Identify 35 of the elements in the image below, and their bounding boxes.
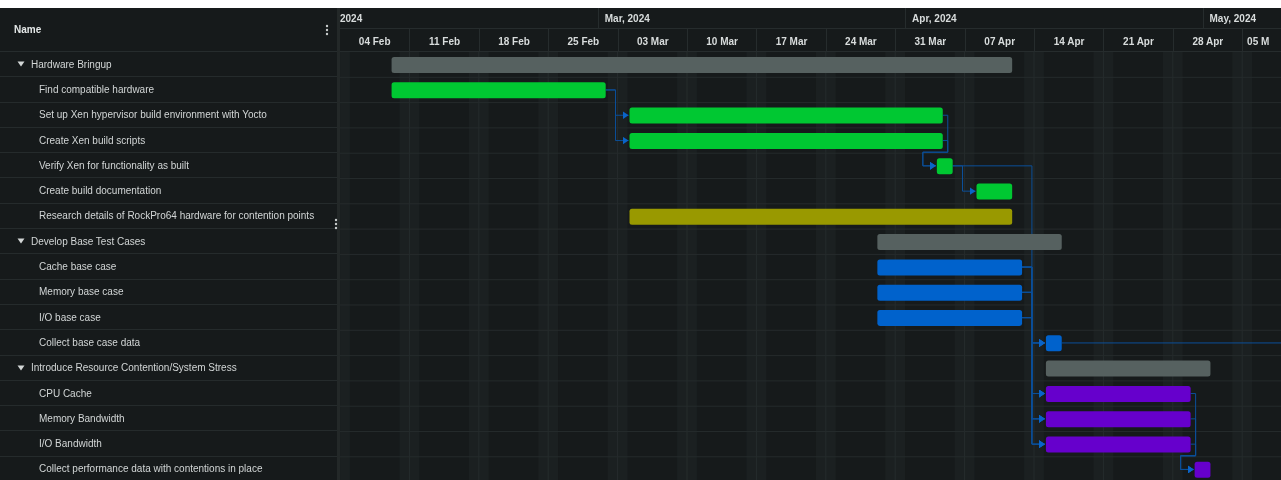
month-label: 2024 [340, 12, 364, 26]
task-name: Collect performance data with contentions in place [39, 462, 263, 477]
group-name: Hardware Bringup [31, 57, 112, 72]
group-name: Develop Base Test Cases [31, 234, 146, 249]
summary-bar[interactable] [1045, 360, 1211, 377]
task-bar[interactable] [391, 82, 606, 99]
week-label: 04 Feb [357, 35, 392, 49]
task-name: Find compatible hardware [39, 82, 155, 97]
task-name: Verify Xen for functionality as built [39, 158, 190, 173]
task-name: Create build documentation [39, 184, 162, 199]
task-name: I/O base case [39, 310, 101, 325]
task-bar[interactable] [976, 183, 1013, 200]
resize-handle-icon[interactable] [334, 218, 338, 230]
task-bar[interactable] [629, 132, 943, 149]
task-bar[interactable] [936, 158, 953, 175]
task-name: Cache base case [39, 260, 117, 274]
task-name: Memory base case [39, 285, 124, 300]
column-header[interactable]: Name [14, 22, 42, 37]
month-label: Mar, 2024 [597, 8, 906, 29]
group-name: Introduce Resource Contention/System Stress [31, 361, 237, 376]
month-label: Apr, 2024 [905, 8, 1203, 29]
caret-icon[interactable] [17, 364, 25, 371]
task-name: I/O Bandwidth [39, 437, 102, 452]
task-name: Create Xen build scripts [39, 133, 146, 148]
caret-icon[interactable] [17, 61, 25, 68]
task-name: Memory Bandwidth [39, 411, 125, 426]
task-name: Research details of RockPro64 hardware for contention points [39, 209, 315, 224]
caret-icon[interactable] [17, 238, 25, 245]
column-menu-icon[interactable] [325, 23, 329, 36]
task-name: CPU Cache [39, 386, 92, 401]
task-name: Set up Xen hypervisor build environment with Yocto [39, 108, 267, 123]
summary-bar[interactable] [877, 234, 1062, 251]
task-name: Collect base case data [39, 335, 141, 350]
task-bar[interactable] [629, 208, 1013, 225]
month-label: May, 2024 [1202, 8, 1281, 29]
